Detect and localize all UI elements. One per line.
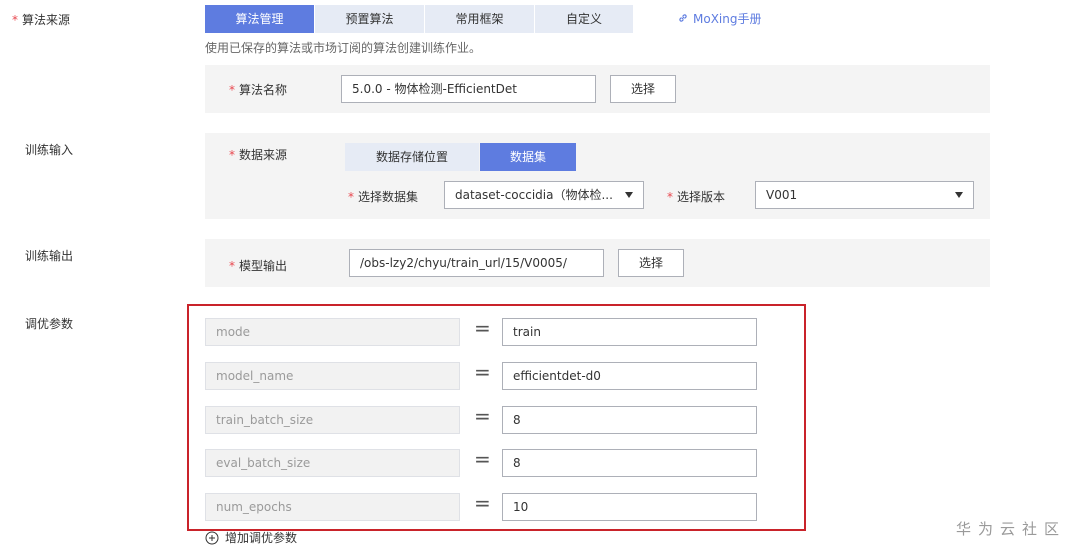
training-input-panel: * 数据来源 数据存储位置 数据集 * 选择数据集 dataset-coccidia… xyxy=(205,133,990,219)
version-select[interactable]: V001 xyxy=(755,181,974,209)
tab-custom[interactable]: 自定义 xyxy=(535,5,633,33)
data-source-label: * 数据来源 xyxy=(229,148,288,162)
plus-circle-icon xyxy=(205,531,219,545)
param-value-input[interactable]: 8 xyxy=(502,449,757,477)
param-value-input[interactable]: 10 xyxy=(502,493,757,521)
tab-preset-algorithm[interactable]: 预置算法 xyxy=(315,5,424,33)
algorithm-name-input[interactable]: 5.0.0 - 物体检测-EfficientDet xyxy=(341,75,596,103)
algorithm-select-button[interactable]: 选择 xyxy=(610,75,676,103)
tab-algorithm-management[interactable]: 算法管理 xyxy=(205,5,314,33)
param-value-input[interactable]: efficientdet-d0 xyxy=(502,362,757,390)
training-output-panel: * 模型输出 /obs-lzy2/chyu/train_url/15/V0005/… xyxy=(205,239,990,287)
model-output-label: * 模型输出 xyxy=(229,259,288,273)
dataset-select-value: dataset-coccidia（物体检... xyxy=(455,188,613,202)
tab-dataset[interactable]: 数据集 xyxy=(480,143,576,171)
param-key-input[interactable]: mode xyxy=(205,318,460,346)
equals-sign: = xyxy=(474,447,491,471)
chevron-down-icon xyxy=(955,192,963,198)
equals-sign: = xyxy=(474,316,491,340)
algorithm-name-label: * 算法名称 xyxy=(229,83,288,97)
version-select-value: V001 xyxy=(766,188,798,202)
link-icon xyxy=(679,14,687,22)
param-key-input[interactable]: train_batch_size xyxy=(205,406,460,434)
param-value-input[interactable]: train xyxy=(502,318,757,346)
training-input-label: 训练输入 xyxy=(25,143,74,157)
moxing-manual-link[interactable]: MoXing手册 xyxy=(677,10,761,27)
model-output-input[interactable]: /obs-lzy2/chyu/train_url/15/V0005/ xyxy=(349,249,604,277)
algorithm-source-label: * 算法来源 xyxy=(12,13,71,27)
param-value-input[interactable]: 8 xyxy=(502,406,757,434)
equals-sign: = xyxy=(474,491,491,515)
param-key-input[interactable]: num_epochs xyxy=(205,493,460,521)
watermark-text: 华为云社区 xyxy=(956,520,1067,538)
tab-data-storage-location[interactable]: 数据存储位置 xyxy=(345,143,479,171)
equals-sign: = xyxy=(474,360,491,384)
algorithm-name-panel: * 算法名称 5.0.0 - 物体检测-EfficientDet 选择 xyxy=(205,65,990,113)
algorithm-source-hint: 使用已保存的算法或市场订阅的算法创建训练作业。 xyxy=(205,41,482,55)
select-dataset-label: * 选择数据集 xyxy=(348,190,419,204)
training-output-label: 训练输出 xyxy=(25,249,74,263)
select-version-label: * 选择版本 xyxy=(667,190,726,204)
equals-sign: = xyxy=(474,404,491,428)
param-key-input[interactable]: model_name xyxy=(205,362,460,390)
tuning-params-label: 调优参数 xyxy=(25,317,74,331)
tab-common-framework[interactable]: 常用框架 xyxy=(425,5,534,33)
add-tuning-param-button[interactable]: 增加调优参数 xyxy=(205,529,297,546)
model-output-select-button[interactable]: 选择 xyxy=(618,249,684,277)
param-key-input[interactable]: eval_batch_size xyxy=(205,449,460,477)
dataset-select[interactable]: dataset-coccidia（物体检... xyxy=(444,181,644,209)
chevron-down-icon xyxy=(625,192,633,198)
